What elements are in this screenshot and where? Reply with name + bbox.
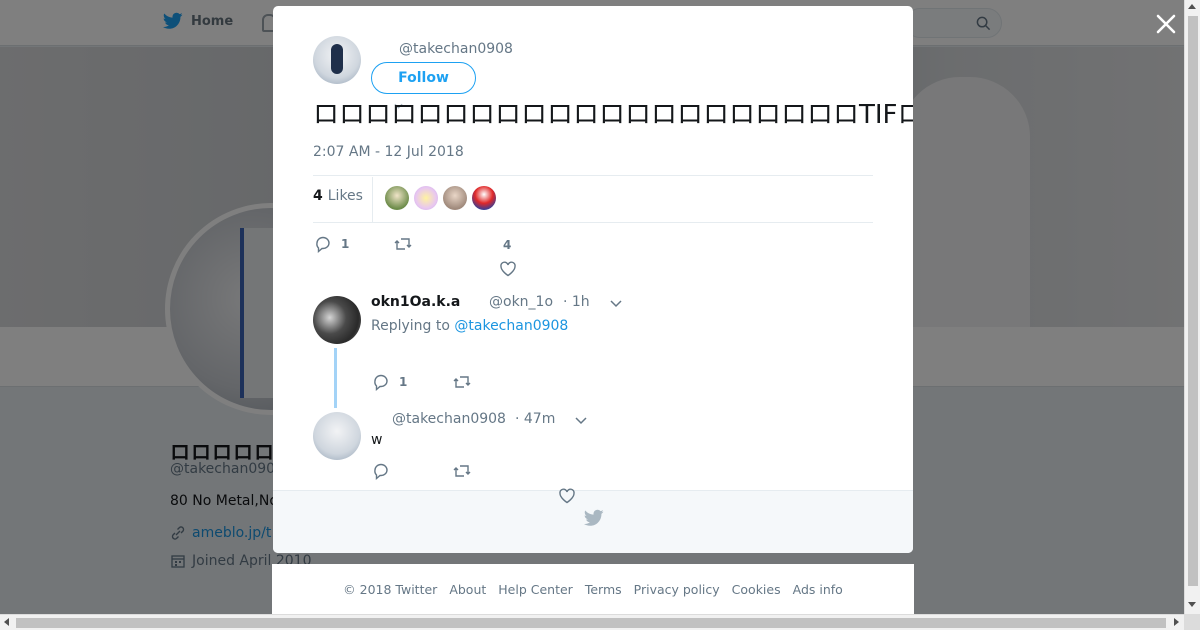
heart-icon[interactable]	[558, 487, 576, 505]
retweet-icon	[453, 465, 471, 477]
reply-avatar[interactable]	[313, 296, 361, 344]
follow-button[interactable]: Follow	[371, 62, 476, 94]
reply-icon	[374, 463, 388, 480]
tweet-timestamp[interactable]: 2:07 AM - 12 Jul 2018	[313, 144, 464, 160]
thread-line	[334, 348, 337, 408]
replying-to-link[interactable]: @takechan0908	[454, 318, 568, 334]
horizontal-scrollbar[interactable]	[0, 614, 1184, 630]
retweet-icon	[394, 238, 412, 250]
scroll-down-arrow-icon[interactable]	[1188, 602, 1196, 607]
scroll-left-arrow-icon[interactable]	[4, 618, 9, 626]
footer-cookies-link[interactable]: Cookies	[732, 582, 781, 597]
footer-about-link[interactable]: About	[449, 582, 486, 597]
reply-count: 1	[341, 237, 350, 251]
replying-to: Replying to @takechan0908	[371, 318, 568, 334]
footer-ads-link[interactable]: Ads info	[793, 582, 843, 597]
modal-footer	[273, 490, 913, 553]
footer-privacy-link[interactable]: Privacy policy	[634, 582, 720, 597]
footer-help-link[interactable]: Help Center	[498, 582, 573, 597]
footer-copyright: © 2018 Twitter	[343, 581, 438, 597]
reply-author-name[interactable]: okn1Oa.k.a	[371, 294, 460, 310]
likes-count: 4	[313, 188, 323, 204]
reply-count: 1	[399, 375, 408, 389]
author-handle[interactable]: @takechan0908	[399, 41, 513, 57]
close-icon[interactable]	[1154, 12, 1178, 36]
reply-avatar[interactable]	[313, 412, 361, 460]
chevron-down-icon[interactable]	[575, 417, 587, 425]
reply-button[interactable]: 1	[373, 373, 407, 391]
liker-avatar[interactable]	[385, 186, 409, 210]
liker-avatar[interactable]	[472, 186, 496, 210]
reply-timestamp[interactable]: · 1h	[563, 294, 590, 310]
likes-summary[interactable]: 4 Likes	[313, 188, 363, 204]
scroll-right-arrow-icon[interactable]	[1174, 618, 1179, 626]
divider	[313, 222, 873, 223]
footer-terms-link[interactable]: Terms	[585, 582, 622, 597]
divider	[372, 177, 373, 222]
horizontal-scrollbar-thumb[interactable]	[16, 618, 1166, 628]
replying-prefix: Replying to	[371, 318, 450, 334]
reply-icon	[316, 236, 330, 253]
tweet-modal: @takechan0908 Follow ロロロロロロロロロロロロロロロロロロロ…	[273, 6, 913, 553]
reply-button[interactable]	[373, 462, 391, 480]
reply-text: w	[371, 432, 383, 448]
author-avatar[interactable]	[313, 36, 361, 84]
scroll-up-arrow-icon[interactable]	[1188, 4, 1196, 9]
chevron-down-icon[interactable]	[610, 300, 622, 308]
retweet-button[interactable]	[453, 462, 471, 480]
scrollbar-corner	[1184, 614, 1200, 630]
heart-icon[interactable]	[499, 260, 517, 278]
site-footer: © 2018 Twitter About Help Center Terms P…	[272, 564, 914, 614]
retweet-icon	[453, 376, 471, 388]
divider	[313, 175, 873, 176]
reply-author-handle[interactable]: @takechan0908	[392, 411, 506, 427]
reply-button[interactable]: 1	[315, 235, 349, 253]
vertical-scrollbar[interactable]	[1184, 0, 1200, 614]
reply-timestamp[interactable]: · 47m	[515, 411, 555, 427]
liker-avatar[interactable]	[443, 186, 467, 210]
likes-label: Likes	[327, 188, 363, 204]
liker-avatar[interactable]	[414, 186, 438, 210]
tweet-text: ロロロロロロロロロロロロロロロロロロロロロTIFロロロロロロロロロロロロロロロロ…	[313, 100, 913, 130]
like-count: 4	[503, 238, 512, 252]
twitter-bird-icon	[584, 509, 604, 526]
retweet-button[interactable]	[453, 373, 471, 391]
reply-author-handle[interactable]: @okn_1o	[489, 294, 553, 310]
reply-icon	[374, 374, 388, 391]
retweet-button[interactable]	[394, 235, 412, 253]
vertical-scrollbar-thumb[interactable]	[1188, 16, 1198, 586]
